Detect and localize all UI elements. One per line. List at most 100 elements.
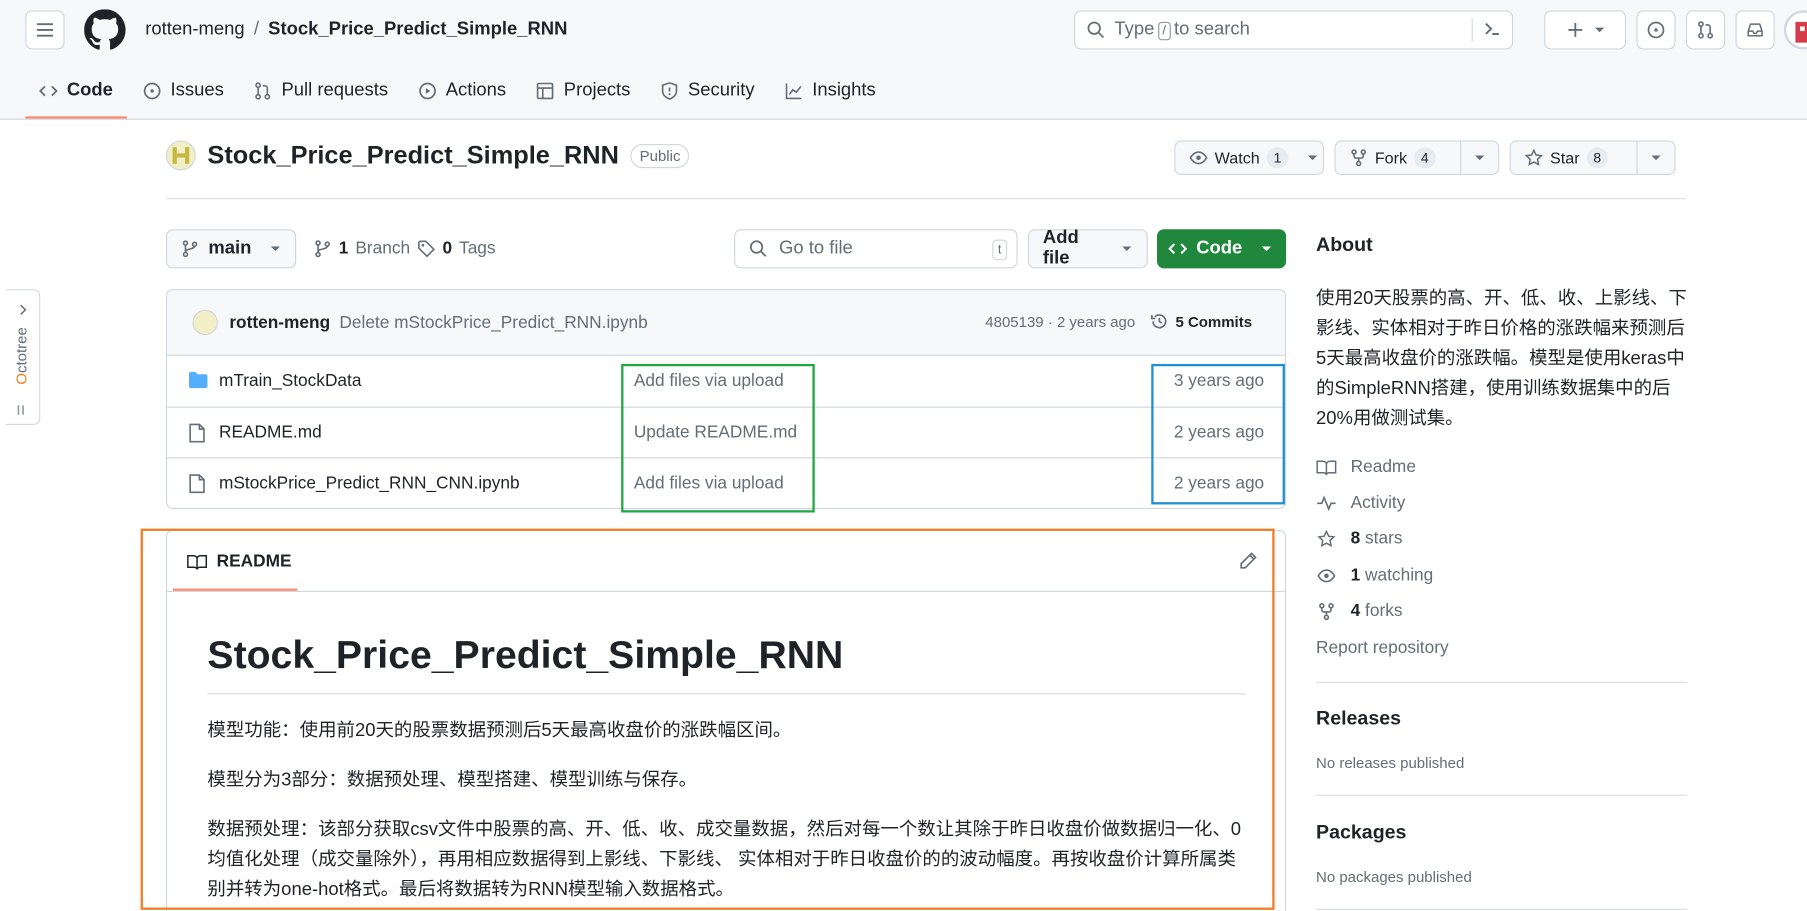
command-palette-icon[interactable] bbox=[1482, 18, 1503, 44]
about-sidebar: About 使用20天股票的高、开、低、收、上影线、下影线、实体相对于昨日价格的… bbox=[1316, 233, 1688, 910]
branches-label: Branch bbox=[355, 238, 411, 258]
chevron-down-icon bbox=[1307, 155, 1318, 161]
watch-button[interactable]: Watch 1 bbox=[1175, 142, 1302, 174]
fork-count: 4 bbox=[1413, 147, 1436, 169]
repo-owner-avatar[interactable] bbox=[165, 140, 196, 171]
github-logo[interactable] bbox=[84, 9, 126, 56]
star-dropdown[interactable] bbox=[1636, 141, 1674, 174]
star-button-group: Star 8 bbox=[1509, 140, 1676, 176]
chevron-down-icon bbox=[1475, 155, 1485, 161]
forks-link[interactable]: 4 forks bbox=[1316, 601, 1403, 621]
tab-insights[interactable]: Insights bbox=[771, 71, 890, 109]
commit-author-avatar[interactable] bbox=[192, 309, 218, 336]
file-name[interactable]: README.md bbox=[219, 422, 322, 442]
plus-icon bbox=[1567, 23, 1582, 37]
forks-count: 4 bbox=[1350, 601, 1361, 621]
menu-button[interactable] bbox=[25, 10, 65, 50]
search-placeholder: Type / to search bbox=[1114, 19, 1250, 41]
fork-dropdown[interactable] bbox=[1460, 141, 1498, 174]
search-divider bbox=[1471, 18, 1473, 42]
github-mark-icon bbox=[84, 9, 126, 50]
packages-title[interactable]: Packages bbox=[1316, 821, 1406, 844]
tags-count: 0 bbox=[442, 238, 453, 258]
commits-link[interactable]: 5 Commits bbox=[1150, 312, 1252, 330]
commit-message[interactable]: Delete mStockPrice_Predict_RNN.ipynb bbox=[339, 313, 647, 333]
commit-author[interactable]: rotten-meng bbox=[229, 313, 330, 333]
report-repository-label: Report repository bbox=[1316, 638, 1449, 658]
tags-link[interactable]: 0 Tags bbox=[417, 238, 496, 258]
tab-label: Projects bbox=[563, 80, 631, 100]
fork-button[interactable]: Fork 4 bbox=[1336, 142, 1460, 174]
pull-requests-button[interactable] bbox=[1685, 10, 1726, 50]
octotree-toggle[interactable]: Octotree bbox=[5, 289, 41, 425]
tab-label: Pull requests bbox=[281, 80, 389, 100]
owner-link[interactable]: rotten-meng bbox=[145, 20, 244, 41]
pulse-icon bbox=[1317, 494, 1336, 511]
file-icon bbox=[188, 473, 206, 498]
readme-link[interactable]: Readme bbox=[1316, 457, 1416, 477]
file-name[interactable]: mStockPrice_Predict_RNN_CNN.ipynb bbox=[219, 473, 520, 493]
repo-forked-icon bbox=[1351, 149, 1367, 167]
releases-title[interactable]: Releases bbox=[1316, 707, 1401, 730]
repo-link[interactable]: Stock_Price_Predict_Simple_RNN bbox=[268, 20, 567, 41]
star-button[interactable]: Star 8 bbox=[1511, 142, 1637, 174]
stars-count: 8 bbox=[1350, 528, 1361, 549]
code-button[interactable]: Code bbox=[1157, 229, 1287, 269]
chevron-down-icon bbox=[1122, 246, 1132, 251]
go-to-file-input[interactable]: Go to file t bbox=[734, 229, 1018, 269]
about-title: About bbox=[1316, 233, 1373, 256]
sidebar-divider bbox=[1316, 794, 1688, 796]
add-file-button[interactable]: Add file bbox=[1027, 228, 1148, 269]
commits-count: 5 Commits bbox=[1175, 312, 1253, 330]
latest-commit-bar: rotten-meng Delete mStockPrice_Predict_R… bbox=[167, 290, 1285, 356]
create-new-button[interactable] bbox=[1544, 10, 1627, 50]
issues-button[interactable] bbox=[1636, 10, 1676, 50]
history-icon bbox=[1151, 314, 1167, 329]
fork-button-group: Fork 4 bbox=[1334, 140, 1500, 176]
chevron-right-icon bbox=[20, 304, 27, 315]
chevron-down-icon bbox=[270, 246, 281, 252]
go-to-file-placeholder: Go to file bbox=[779, 238, 853, 258]
report-repository-link[interactable]: Report repository bbox=[1316, 638, 1449, 658]
sidebar-divider bbox=[1316, 681, 1688, 683]
branch-selector[interactable]: main bbox=[165, 229, 297, 269]
watching-link[interactable]: 1 watching bbox=[1316, 565, 1433, 585]
activity-link[interactable]: Activity bbox=[1316, 493, 1405, 513]
code-icon bbox=[39, 85, 58, 96]
watch-count: 1 bbox=[1266, 147, 1289, 169]
hamburger-icon bbox=[36, 23, 54, 37]
branches-link[interactable]: 1 Branch bbox=[313, 238, 410, 258]
stars-link[interactable]: 8 stars bbox=[1316, 528, 1403, 549]
tab-actions[interactable]: Actions bbox=[404, 71, 520, 109]
global-header: rotten-meng / Stock_Price_Predict_Simple… bbox=[0, 0, 1807, 120]
file-name[interactable]: mTrain_StockData bbox=[219, 371, 362, 391]
add-file-label: Add file bbox=[1042, 228, 1079, 269]
branch-name: main bbox=[208, 238, 252, 258]
tab-label: Code bbox=[66, 80, 113, 100]
inbox-button[interactable] bbox=[1735, 10, 1775, 50]
user-avatar[interactable] bbox=[1783, 10, 1807, 50]
tab-security[interactable]: Security bbox=[647, 71, 769, 109]
global-search[interactable]: Type / to search bbox=[1074, 10, 1514, 50]
tab-issues[interactable]: Issues bbox=[129, 71, 238, 109]
code-icon bbox=[1168, 243, 1187, 255]
git-branch-icon bbox=[182, 240, 198, 258]
play-icon bbox=[418, 82, 436, 99]
tab-label: Issues bbox=[170, 80, 224, 100]
tab-pull-requests[interactable]: Pull requests bbox=[240, 71, 402, 109]
star-count: 8 bbox=[1586, 147, 1609, 169]
tab-code[interactable]: Code bbox=[25, 71, 127, 119]
tab-projects[interactable]: Projects bbox=[522, 71, 644, 109]
about-description: 使用20天股票的高、开、低、收、上影线、下影线、实体相对于昨日价格的涨跌幅来预测… bbox=[1316, 289, 1687, 429]
chevron-down-icon bbox=[1261, 246, 1272, 252]
commit-sha-time[interactable]: 4805139 · 2 years ago bbox=[985, 313, 1135, 330]
tab-label: Insights bbox=[812, 80, 876, 100]
chevron-down-icon bbox=[1594, 27, 1604, 33]
tab-label: Security bbox=[688, 80, 755, 100]
repo-title-bar: Stock_Price_Predict_Simple_RNN Public bbox=[165, 140, 690, 171]
watch-label: Watch bbox=[1214, 148, 1260, 167]
watch-dropdown[interactable] bbox=[1302, 142, 1323, 174]
eye-icon bbox=[1189, 151, 1208, 165]
repo-name[interactable]: Stock_Price_Predict_Simple_RNN bbox=[207, 141, 618, 171]
git-branch-icon bbox=[315, 239, 331, 257]
